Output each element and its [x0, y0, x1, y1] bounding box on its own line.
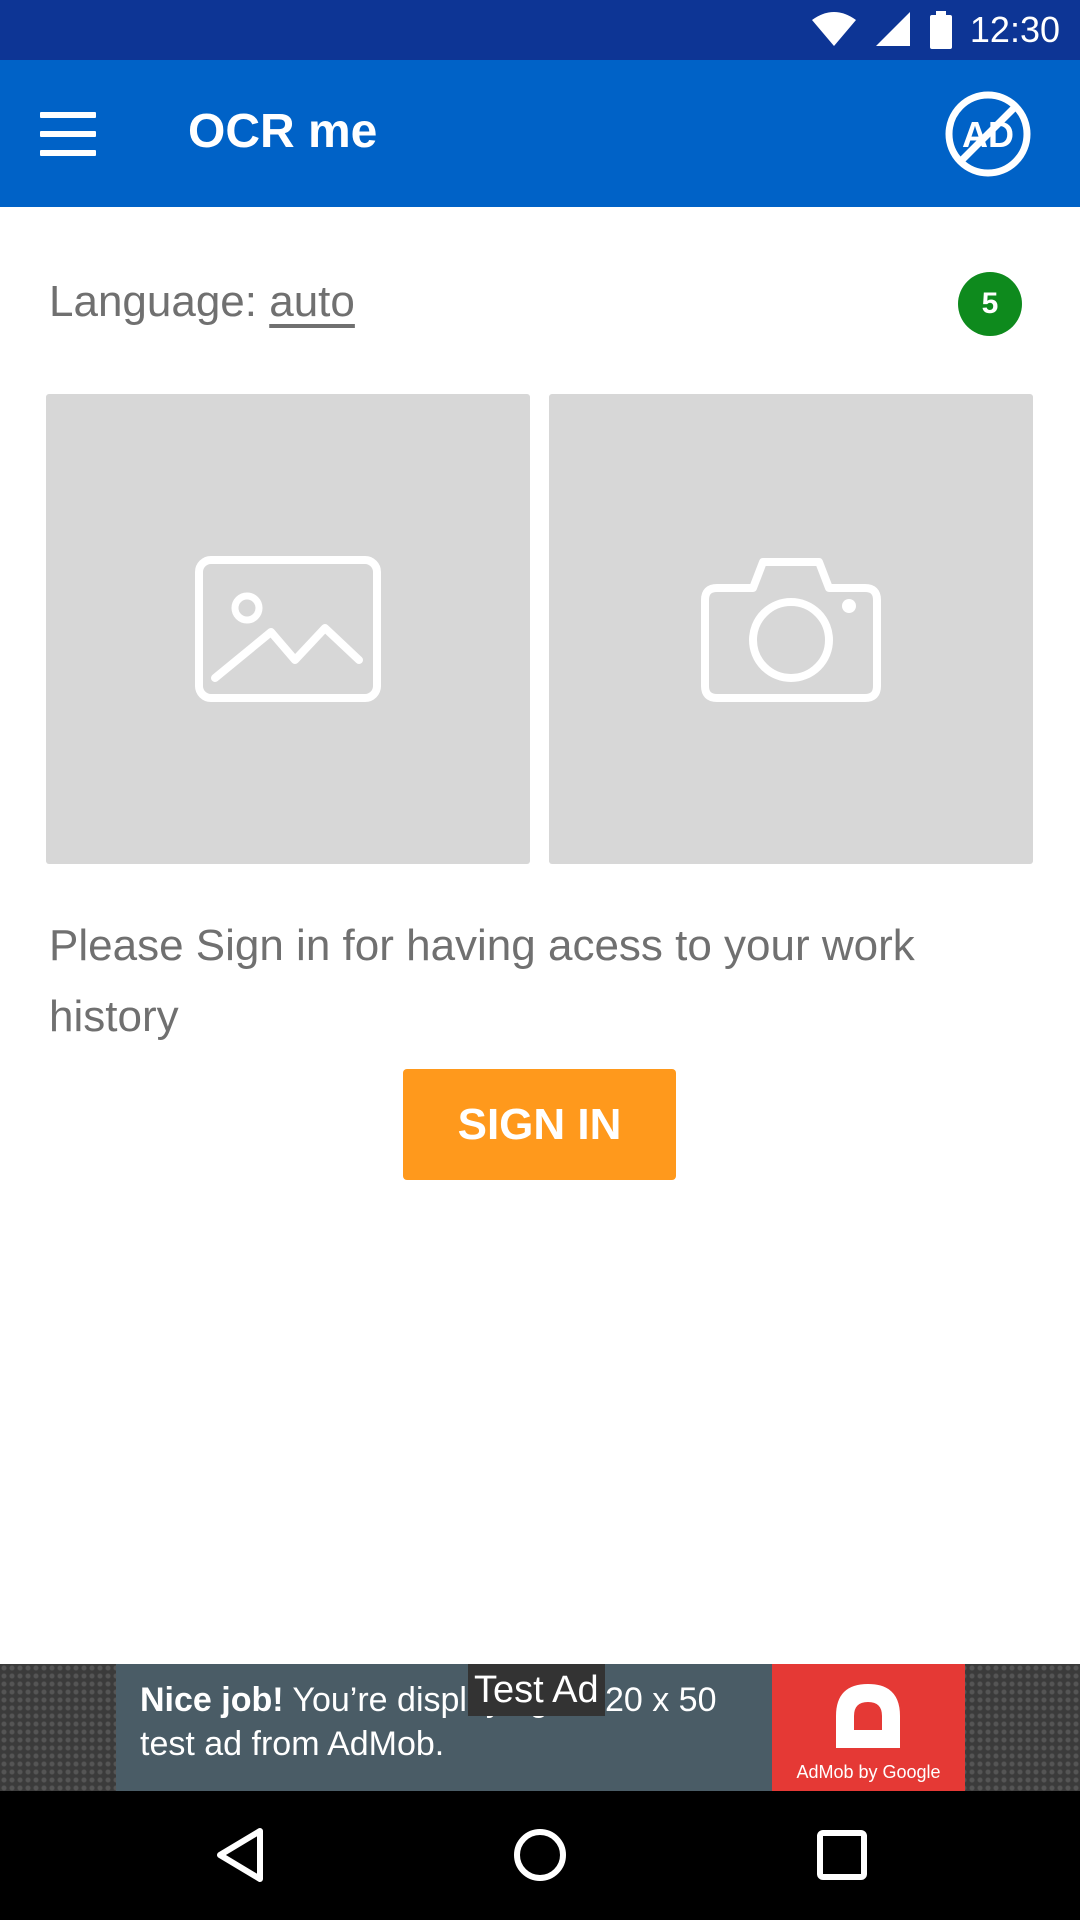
camera-icon [701, 558, 881, 702]
signal-icon [875, 12, 910, 46]
signin-message: Please Sign in for having acess to your … [49, 921, 915, 1041]
wifi-icon [811, 12, 856, 46]
home-icon[interactable] [510, 1825, 570, 1885]
gallery-tile[interactable] [46, 394, 530, 864]
back-icon[interactable] [210, 1825, 270, 1885]
status-time: 12:30 [969, 9, 1060, 50]
test-ad-label: Test Ad [468, 1664, 605, 1716]
hamburger-menu-icon[interactable] [40, 112, 96, 156]
ad-text: Nice job! You’re displaying a 320 x 50 t… [140, 1678, 760, 1766]
battery-icon [929, 11, 952, 49]
ad-headline: Nice job! [140, 1681, 284, 1719]
app-bar: OCR me AD [0, 60, 1080, 207]
no-ads-icon[interactable]: AD [944, 90, 1032, 178]
app-title: OCR me [188, 105, 378, 158]
language-label: Language: [49, 277, 257, 326]
ad-banner[interactable]: Nice job! You’re displaying a 320 x 50 t… [0, 1664, 1080, 1791]
ad-content[interactable]: Nice job! You’re displaying a 320 x 50 t… [116, 1664, 772, 1791]
language-row: Language: auto [49, 272, 355, 332]
language-selector[interactable]: auto [269, 277, 355, 326]
count-badge: 5 [958, 272, 1022, 336]
status-bar: 12:30 [0, 0, 1080, 60]
image-icon [195, 556, 381, 702]
recents-icon[interactable] [812, 1825, 872, 1885]
admob-caption: AdMob by Google [796, 1762, 941, 1782]
admob-icon [836, 1684, 900, 1748]
status-icons: 12:30 [811, 0, 1060, 60]
navigation-bar [0, 1791, 1080, 1920]
camera-tile[interactable] [549, 394, 1033, 864]
admob-logo[interactable]: AdMob by Google [772, 1664, 965, 1791]
sign-in-button[interactable]: SIGN IN [403, 1069, 676, 1180]
